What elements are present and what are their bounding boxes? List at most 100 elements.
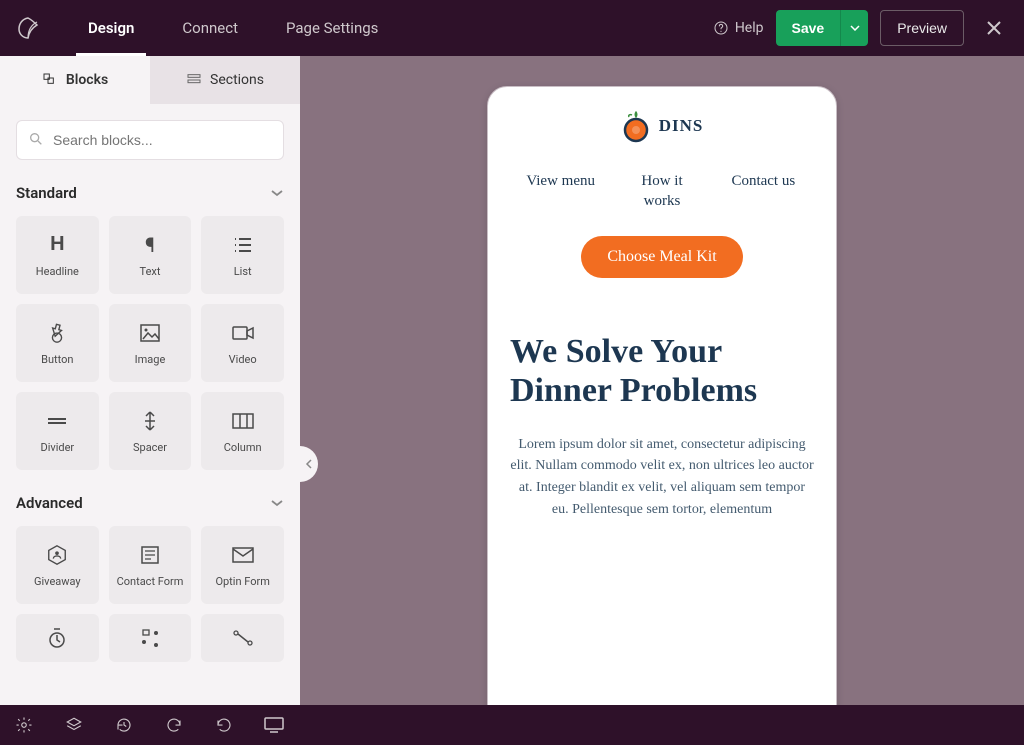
nav-tab-design[interactable]: Design	[64, 0, 158, 56]
layers-icon	[65, 716, 83, 734]
settings-button[interactable]	[12, 713, 36, 737]
spacer-icon	[141, 409, 159, 433]
image-icon	[140, 321, 160, 345]
chevron-down-icon	[270, 499, 284, 507]
divider-icon	[46, 409, 68, 433]
leaf-icon	[16, 16, 40, 40]
section-title-standard: Standard	[16, 184, 77, 202]
block-label: Spacer	[133, 441, 167, 454]
search-icon	[28, 131, 44, 147]
hero-body-text[interactable]: Lorem ipsum dolor sit amet, consectetur …	[510, 434, 814, 521]
block-image[interactable]: Image	[109, 304, 192, 382]
panel-tab-sections[interactable]: Sections	[150, 56, 300, 104]
topbar-right: Help Save Preview	[713, 10, 1012, 46]
history-button[interactable]	[112, 713, 136, 737]
block-grid-standard: H Headline ¶ Text List Button Image	[0, 210, 300, 486]
save-dropdown-toggle[interactable]	[840, 10, 868, 46]
app-logo[interactable]	[12, 12, 44, 44]
caret-down-icon	[850, 25, 860, 31]
nav-tabs: Design Connect Page Settings	[64, 0, 402, 56]
block-label: Text	[140, 265, 161, 278]
chevron-left-icon	[305, 458, 313, 470]
search-input[interactable]	[16, 120, 284, 160]
redo-icon	[215, 716, 233, 734]
block-label: Image	[135, 353, 166, 366]
help-link[interactable]: Help	[713, 20, 764, 36]
block-optin-form[interactable]: Optin Form	[201, 526, 284, 604]
help-icon	[713, 20, 729, 36]
block-label: Column	[224, 441, 262, 454]
search-wrap	[0, 104, 300, 176]
section-title-advanced: Advanced	[16, 494, 83, 512]
block-social-profiles[interactable]	[201, 614, 284, 662]
block-social-share[interactable]	[109, 614, 192, 662]
block-label: List	[234, 265, 252, 278]
save-button-group: Save	[776, 10, 869, 46]
block-label: Contact Form	[117, 575, 184, 588]
block-headline[interactable]: H Headline	[16, 216, 99, 294]
section-header-standard[interactable]: Standard	[0, 176, 300, 210]
site-brand[interactable]: DINS	[510, 109, 814, 143]
panel-tab-blocks-label: Blocks	[66, 72, 108, 88]
block-divider[interactable]: Divider	[16, 392, 99, 470]
giveaway-icon	[46, 543, 68, 567]
close-icon	[985, 19, 1003, 37]
block-label: Button	[41, 353, 73, 366]
panel-tab-sections-label: Sections	[210, 72, 264, 88]
device-toggle-button[interactable]	[262, 713, 286, 737]
panel-tabs: Blocks Sections	[0, 56, 300, 104]
close-button[interactable]	[976, 10, 1012, 46]
history-icon	[115, 716, 133, 734]
button-icon	[46, 321, 68, 345]
block-countdown[interactable]	[16, 614, 99, 662]
block-video[interactable]: Video	[201, 304, 284, 382]
block-label: Video	[229, 353, 257, 366]
block-label: Giveaway	[34, 575, 81, 588]
section-header-advanced[interactable]: Advanced	[0, 486, 300, 520]
canvas[interactable]: DINS View menu How it works Contact us C…	[300, 56, 1024, 705]
device-preview: DINS View menu How it works Contact us C…	[487, 86, 837, 705]
redo-button[interactable]	[212, 713, 236, 737]
chevron-down-icon	[270, 189, 284, 197]
nav-tab-page-settings[interactable]: Page Settings	[262, 0, 402, 56]
nav-tab-connect[interactable]: Connect	[158, 0, 262, 56]
block-spacer[interactable]: Spacer	[109, 392, 192, 470]
block-contact-form[interactable]: Contact Form	[109, 526, 192, 604]
blocks-icon	[42, 72, 58, 88]
block-grid-advanced: Giveaway Contact Form Optin Form	[0, 520, 300, 678]
block-giveaway[interactable]: Giveaway	[16, 526, 99, 604]
topbar: Design Connect Page Settings Help Save P…	[0, 0, 1024, 56]
block-label: Optin Form	[215, 575, 269, 588]
contact-form-icon	[140, 543, 160, 567]
sidebar-scroll[interactable]: Standard H Headline ¶ Text List	[0, 104, 300, 705]
brand-name: DINS	[659, 116, 704, 136]
undo-button[interactable]	[162, 713, 186, 737]
share-icon	[139, 626, 161, 650]
cta-wrap: Choose Meal Kit	[510, 236, 814, 278]
nav-link-view-menu[interactable]: View menu	[521, 171, 601, 212]
list-icon	[233, 233, 253, 257]
block-column[interactable]: Column	[201, 392, 284, 470]
block-label: Divider	[40, 441, 74, 454]
save-button[interactable]: Save	[776, 10, 841, 46]
nav-link-how-it-works[interactable]: How it works	[622, 171, 702, 212]
block-label: Headline	[36, 265, 79, 278]
nav-link-contact-us[interactable]: Contact us	[723, 171, 803, 212]
panel-tab-blocks[interactable]: Blocks	[0, 56, 150, 104]
preview-button[interactable]: Preview	[880, 10, 964, 46]
timer-icon	[47, 626, 67, 650]
heading-icon: H	[50, 233, 64, 257]
network-icon	[232, 626, 254, 650]
desktop-icon	[264, 717, 284, 733]
help-label: Help	[735, 20, 764, 36]
layers-button[interactable]	[62, 713, 86, 737]
block-text[interactable]: ¶ Text	[109, 216, 192, 294]
block-list[interactable]: List	[201, 216, 284, 294]
video-icon	[232, 321, 254, 345]
sections-icon	[186, 72, 202, 88]
cta-button[interactable]: Choose Meal Kit	[581, 236, 742, 278]
block-button[interactable]: Button	[16, 304, 99, 382]
sidebar: Blocks Sections Standard H	[0, 56, 300, 705]
hero-headline[interactable]: We Solve Your Dinner Problems	[510, 332, 814, 410]
column-icon	[232, 409, 254, 433]
